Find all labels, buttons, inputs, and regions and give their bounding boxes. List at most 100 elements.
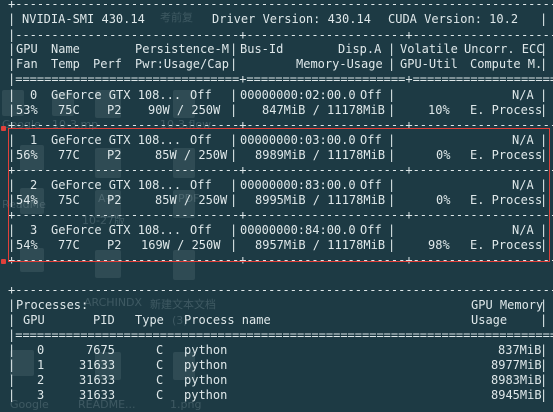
gpu-bus-id: 00000000:03:00.0 bbox=[240, 133, 356, 147]
gpu-fan: 56% bbox=[16, 148, 38, 162]
gpu-ecc: N/A bbox=[512, 223, 534, 237]
proc-pid: 31633 bbox=[79, 373, 116, 387]
gpu-memory-header: GPU Memory bbox=[471, 298, 544, 312]
proc-gpu: 0 bbox=[37, 343, 45, 357]
gpu-disp: Off bbox=[360, 88, 382, 102]
usage-header: Usage bbox=[471, 313, 508, 327]
col-persistence: Persistence-M bbox=[135, 42, 229, 56]
gpu-disp: Off bbox=[360, 133, 382, 147]
table-border: +---------------------------------------… bbox=[8, 283, 553, 297]
gpu-fan: 53% bbox=[16, 103, 38, 117]
process-row: | 1 31633 C python 8977MiB | bbox=[8, 358, 548, 372]
terminal-window[interactable]: +---------------------------------------… bbox=[0, 0, 553, 412]
proc-usage: 8945MiB bbox=[491, 388, 542, 402]
col-ecc: Uncorr. ECC bbox=[464, 42, 544, 56]
gpu-power: 85W / 250W bbox=[155, 148, 228, 162]
gpu-row: | 0 GeForce GTX 108... Off | 00000000:02… bbox=[8, 88, 548, 102]
table-border: |=======================================… bbox=[8, 328, 553, 342]
proc-type: C bbox=[156, 358, 164, 372]
proc-col-gpu: GPU bbox=[23, 313, 45, 327]
proc-pid: 31633 bbox=[79, 358, 116, 372]
proc-type: C bbox=[156, 373, 164, 387]
proc-pid: 7675 bbox=[86, 343, 115, 357]
col-volatile: Volatile bbox=[400, 42, 458, 56]
col-util: GPU-Util bbox=[400, 57, 458, 71]
proc-pid: 31633 bbox=[79, 388, 116, 402]
gpu-util: 10% bbox=[428, 103, 450, 117]
table-border: +-------------------------------+-------… bbox=[8, 208, 553, 222]
gpu-persistence: Off bbox=[190, 178, 212, 192]
table-border: |-------------------------------+-------… bbox=[8, 28, 553, 42]
proc-type: C bbox=[156, 343, 164, 357]
col-gpu: GPU bbox=[16, 42, 38, 56]
processes-columns: | GPU PID Type Process name Usage | bbox=[8, 313, 548, 327]
gpu-bus-id: 00000000:83:00.0 bbox=[240, 178, 356, 192]
col-bus-id: Bus-Id bbox=[240, 42, 284, 56]
selection-marker bbox=[1, 126, 6, 131]
gpu-row: | 53% 75C P2 90W / 250W | 847MiB / 11178… bbox=[8, 103, 548, 117]
gpu-index: 1 bbox=[30, 133, 38, 147]
col-fan: Fan bbox=[16, 57, 38, 71]
processes-header: | Processes: GPU Memory | bbox=[8, 298, 548, 312]
gpu-name: GeForce GTX 108... bbox=[51, 223, 182, 237]
gpu-perf: P2 bbox=[107, 103, 122, 117]
gpu-disp: Off bbox=[360, 223, 382, 237]
column-header-row: | GPU Name Persistence-M | Bus-Id Disp.A… bbox=[8, 42, 548, 56]
smi-header: | NVIDIA-SMI 430.14 Driver Version: 430.… bbox=[8, 12, 548, 26]
process-row: | 0 7675 C python 837MiB | bbox=[8, 343, 548, 357]
gpu-memory: 8989MiB / 11178MiB bbox=[255, 148, 386, 162]
gpu-row: | 54% 77C P2 169W / 250W | 8957MiB / 111… bbox=[8, 238, 548, 252]
gpu-compute: E. Process bbox=[470, 193, 543, 207]
proc-usage: 8983MiB bbox=[491, 373, 542, 387]
gpu-compute: E. Process bbox=[470, 148, 543, 162]
gpu-persistence: Off bbox=[190, 223, 212, 237]
selection-marker bbox=[1, 259, 6, 264]
gpu-power: 85W / 250W bbox=[155, 193, 228, 207]
gpu-row: | 2 GeForce GTX 108... Off | 00000000:83… bbox=[8, 178, 548, 192]
cuda-version: CUDA Version: 10.2 bbox=[388, 12, 519, 26]
gpu-util: 0% bbox=[436, 148, 451, 162]
gpu-compute: E. Process bbox=[470, 103, 543, 117]
gpu-temp: 77C bbox=[58, 148, 80, 162]
gpu-persistence: Off bbox=[190, 88, 212, 102]
gpu-util: 0% bbox=[436, 193, 451, 207]
gpu-ecc: N/A bbox=[512, 178, 534, 192]
smi-version: NVIDIA-SMI 430.14 bbox=[22, 12, 145, 26]
col-memory: Memory-Usage bbox=[296, 57, 383, 71]
proc-col-pid: PID bbox=[93, 313, 115, 327]
gpu-fan: 54% bbox=[16, 193, 38, 207]
proc-type: C bbox=[156, 388, 164, 402]
gpu-perf: P2 bbox=[107, 193, 122, 207]
gpu-memory: 8995MiB / 11178MiB bbox=[255, 193, 386, 207]
proc-col-name: Process name bbox=[184, 313, 271, 327]
gpu-bus-id: 00000000:84:00.0 bbox=[240, 223, 356, 237]
gpu-name: GeForce GTX 108... bbox=[51, 133, 182, 147]
proc-gpu: 1 bbox=[37, 358, 45, 372]
table-border: |===============================+=======… bbox=[8, 72, 553, 86]
gpu-util: 98% bbox=[428, 238, 450, 252]
table-border: +-------------------------------+-------… bbox=[8, 118, 553, 132]
process-row: | 2 31633 C python 8983MiB | bbox=[8, 373, 548, 387]
table-border: +---------------------------------------… bbox=[8, 0, 553, 11]
gpu-perf: P2 bbox=[107, 238, 122, 252]
processes-title: Processes: bbox=[16, 298, 89, 312]
gpu-ecc: N/A bbox=[512, 133, 534, 147]
gpu-power: 90W / 250W bbox=[148, 103, 221, 117]
proc-usage: 8977MiB bbox=[491, 358, 542, 372]
gpu-persistence: Off bbox=[190, 133, 212, 147]
proc-usage: 837MiB bbox=[498, 343, 542, 357]
gpu-row: | 1 GeForce GTX 108... Off | 00000000:03… bbox=[8, 133, 548, 147]
gpu-compute: E. Process bbox=[470, 238, 543, 252]
gpu-index: 3 bbox=[30, 223, 38, 237]
table-border: +-------------------------------+-------… bbox=[8, 163, 553, 177]
proc-name: python bbox=[184, 358, 228, 372]
gpu-memory: 847MiB / 11178MiB bbox=[262, 103, 385, 117]
gpu-row: | 56% 77C P2 85W / 250W | 8989MiB / 1117… bbox=[8, 148, 548, 162]
proc-gpu: 2 bbox=[37, 373, 45, 387]
col-disp: Disp.A bbox=[338, 42, 382, 56]
gpu-temp: 75C bbox=[58, 103, 80, 117]
gpu-perf: P2 bbox=[107, 148, 122, 162]
gpu-disp: Off bbox=[360, 178, 382, 192]
gpu-name: GeForce GTX 108... bbox=[51, 178, 182, 192]
driver-version: Driver Version: 430.14 bbox=[212, 12, 371, 26]
